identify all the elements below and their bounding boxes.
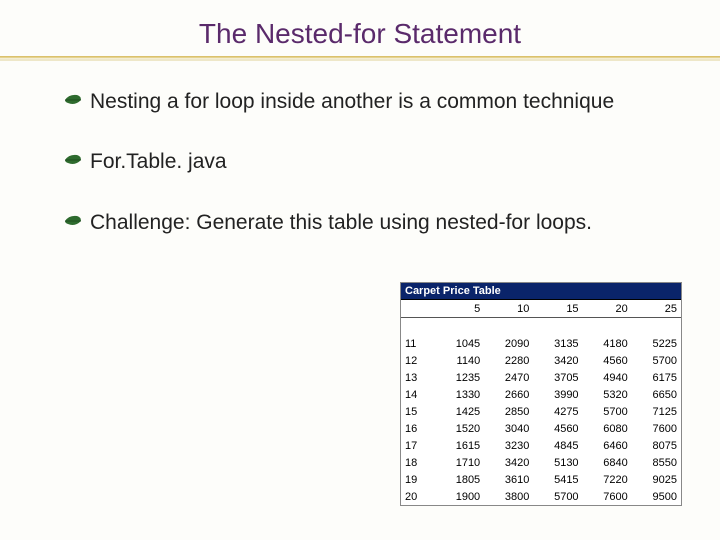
table-cell: 7600	[583, 488, 632, 505]
table-cell: 9500	[632, 488, 681, 505]
leaf-icon	[64, 153, 82, 167]
table-cell: 6840	[583, 454, 632, 471]
table-cell: 6650	[632, 386, 681, 403]
table-cell: 1615	[435, 437, 484, 454]
table-header-cell: 5	[435, 300, 484, 318]
table-cell: 3420	[533, 352, 582, 369]
price-table: 5 10 15 20 25 11104520903135418052251211…	[401, 300, 681, 505]
table-cell: 4180	[583, 335, 632, 352]
table-header-cell: 10	[484, 300, 533, 318]
row-label: 13	[401, 369, 435, 386]
table-row: 1514252850427557007125	[401, 403, 681, 420]
table-cell: 3420	[484, 454, 533, 471]
table-cell: 1710	[435, 454, 484, 471]
row-label: 15	[401, 403, 435, 420]
window-titlebar: Carpet Price Table	[401, 283, 681, 300]
row-label: 18	[401, 454, 435, 471]
table-cell: 1520	[435, 420, 484, 437]
table-cell: 2470	[484, 369, 533, 386]
table-cell: 3230	[484, 437, 533, 454]
bullet-item: Challenge: Generate this table using nes…	[90, 210, 674, 236]
table-cell: 3040	[484, 420, 533, 437]
table-cell: 6175	[632, 369, 681, 386]
price-table-window: Carpet Price Table 5 10 15 20 25 1110452…	[400, 282, 682, 506]
table-cell: 5700	[583, 403, 632, 420]
table-cell: 3705	[533, 369, 582, 386]
row-label: 11	[401, 335, 435, 352]
table-cell: 2660	[484, 386, 533, 403]
row-label: 14	[401, 386, 435, 403]
table-cell: 5700	[533, 488, 582, 505]
table-cell: 3800	[484, 488, 533, 505]
table-cell: 1805	[435, 471, 484, 488]
table-cell: 2090	[484, 335, 533, 352]
row-label: 19	[401, 471, 435, 488]
table-cell: 4940	[583, 369, 632, 386]
table-cell: 4560	[533, 420, 582, 437]
table-cell: 5415	[533, 471, 582, 488]
bullet-text: For.Table. java	[90, 150, 227, 173]
table-cell: 4560	[583, 352, 632, 369]
row-label: 17	[401, 437, 435, 454]
slide: The Nested-for Statement Nesting a for l…	[0, 0, 720, 540]
bullet-item: For.Table. java	[90, 149, 674, 175]
row-label: 16	[401, 420, 435, 437]
table-header-cell: 15	[533, 300, 582, 318]
row-label: 20	[401, 488, 435, 505]
table-row: 1413302660399053206650	[401, 386, 681, 403]
bullet-text: Nesting a for loop inside another is a c…	[90, 90, 614, 113]
table-cell: 3990	[533, 386, 582, 403]
table-row: 1817103420513068408550	[401, 454, 681, 471]
table-cell: 8550	[632, 454, 681, 471]
title-divider	[0, 56, 720, 59]
table-row: 1110452090313541805225	[401, 335, 681, 352]
bullet-text: Challenge: Generate this table using nes…	[90, 211, 592, 234]
table-cell: 1330	[435, 386, 484, 403]
table-cell: 1140	[435, 352, 484, 369]
table-cell: 7220	[583, 471, 632, 488]
table-cell: 1425	[435, 403, 484, 420]
table-cell: 2280	[484, 352, 533, 369]
table-cell: 8075	[632, 437, 681, 454]
table-cell: 1045	[435, 335, 484, 352]
table-row: 1716153230484564608075	[401, 437, 681, 454]
leaf-icon	[64, 93, 82, 107]
table-cell: 5700	[632, 352, 681, 369]
table-cell: 4845	[533, 437, 582, 454]
table-row: 1918053610541572209025	[401, 471, 681, 488]
content-area: Nesting a for loop inside another is a c…	[0, 59, 720, 236]
table-header-cell	[401, 300, 435, 318]
table-cell: 7125	[632, 403, 681, 420]
table-cell: 2850	[484, 403, 533, 420]
table-cell: 5225	[632, 335, 681, 352]
table-cell: 6460	[583, 437, 632, 454]
table-body: 1110452090313541805225121140228034204560…	[401, 318, 681, 506]
leaf-icon	[64, 214, 82, 228]
table-header-cell: 20	[583, 300, 632, 318]
table-cell: 5320	[583, 386, 632, 403]
row-label: 12	[401, 352, 435, 369]
table-row: 1211402280342045605700	[401, 352, 681, 369]
table-cell: 9025	[632, 471, 681, 488]
table-cell: 4275	[533, 403, 582, 420]
slide-title: The Nested-for Statement	[0, 0, 720, 50]
table-row: 1312352470370549406175	[401, 369, 681, 386]
table-cell: 3135	[533, 335, 582, 352]
table-header-row: 5 10 15 20 25	[401, 300, 681, 318]
table-cell: 1235	[435, 369, 484, 386]
table-row: 1615203040456060807600	[401, 420, 681, 437]
table-cell: 1900	[435, 488, 484, 505]
table-cell: 7600	[632, 420, 681, 437]
table-row: 2019003800570076009500	[401, 488, 681, 505]
table-cell: 6080	[583, 420, 632, 437]
table-header-cell: 25	[632, 300, 681, 318]
table-cell: 3610	[484, 471, 533, 488]
table-cell: 5130	[533, 454, 582, 471]
bullet-item: Nesting a for loop inside another is a c…	[90, 89, 674, 115]
